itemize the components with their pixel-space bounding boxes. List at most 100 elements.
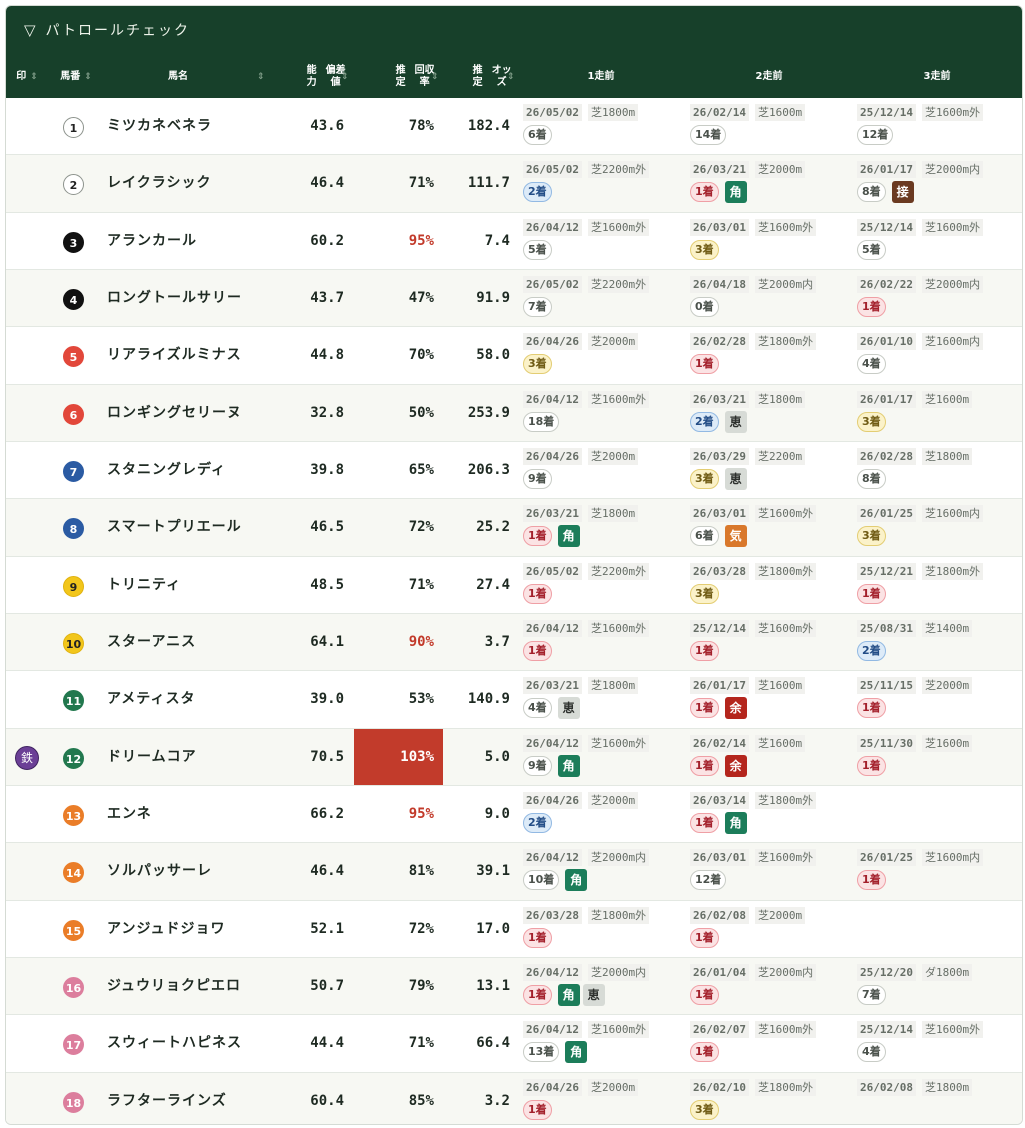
- horse-name[interactable]: スタニングレディ: [107, 442, 226, 499]
- race-1-cell: 26/04/26 芝2000m 2着: [523, 791, 683, 838]
- horse-number-badge: 8: [63, 518, 84, 540]
- sort-icon[interactable]: ⇕: [257, 56, 265, 98]
- ability-deviation: 39.0: [310, 691, 344, 708]
- table-row[interactable]: 10 スターアニス 64.1 90% 3.7 26/04/12 芝1600m外 1着 25/12…: [6, 613, 1022, 672]
- table-row[interactable]: 鉄 12 ドリームコア 70.5 103% 5.0 26/04/12 芝1600m外 9着角 26…: [6, 728, 1022, 786]
- header-number[interactable]: 馬番 ⇕: [54, 56, 98, 98]
- tag-yo-icon: 余: [724, 697, 747, 720]
- table-row[interactable]: 15 アンジュドジョワ 52.1 72% 17.0 26/03/28 芝1800m外 1着 26…: [6, 901, 1022, 958]
- header-name[interactable]: 馬名: [156, 56, 200, 98]
- estimated-odds: 7.4: [484, 232, 510, 249]
- horse-name[interactable]: アランカール: [107, 213, 197, 270]
- race-date: 26/02/28: [690, 333, 749, 351]
- horse-name[interactable]: ラフターラインズ: [107, 1073, 227, 1124]
- sort-icon[interactable]: ⇕: [507, 56, 515, 98]
- horse-name[interactable]: ミツカネベネラ: [107, 98, 212, 155]
- table-row[interactable]: 3 アランカール 60.2 95% 7.4 26/04/12 芝1600m外 5着 26/03/…: [6, 213, 1022, 270]
- table-row[interactable]: 17 スウィートハピネス 44.4 71% 66.4 26/04/12 芝1600m外 13着…: [6, 1015, 1022, 1073]
- race-2-cell: 26/02/07 芝1600m外 1着: [690, 1021, 850, 1067]
- horse-number-badge: 7: [63, 460, 84, 482]
- race-1-cell: 26/05/02 芝1800m 6着: [523, 104, 683, 150]
- horse-name[interactable]: アンジュドジョワ: [107, 901, 225, 958]
- finish-position-badge: 1着: [523, 583, 552, 604]
- horse-name[interactable]: エンネ: [107, 786, 152, 843]
- horse-name[interactable]: スマートプリエール: [107, 499, 242, 556]
- finish-position-badge: 1着: [857, 296, 886, 317]
- race-date: 26/02/28: [857, 447, 916, 465]
- table-row[interactable]: 16 ジュウリョクピエロ 50.7 79% 13.1 26/04/12 芝2000m内 1着角…: [6, 957, 1022, 1016]
- panel-title-bar[interactable]: ▽ パトロールチェック: [6, 6, 1022, 56]
- finish-position-badge: 3着: [690, 468, 719, 489]
- finish-position-badge: 3着: [857, 411, 886, 432]
- table-row[interactable]: 9 トリニティ 48.5 71% 27.4 26/05/02 芝2200m外 1着 26/03/…: [6, 557, 1022, 614]
- horse-name[interactable]: リアライズルミナス: [107, 327, 242, 384]
- horse-name[interactable]: ドリームコア: [107, 729, 197, 786]
- sort-icon[interactable]: ⇕: [431, 56, 439, 98]
- estimated-odds: 253.9: [467, 404, 510, 421]
- ability-deviation: 44.4: [310, 1035, 344, 1052]
- race-course: 芝2200m: [754, 447, 806, 465]
- table-row[interactable]: 1 ミツカネベネラ 43.6 78% 182.4 26/05/02 芝1800m 6着 26/0…: [6, 98, 1022, 156]
- race-1-cell: 26/04/12 芝1600m外 1着: [523, 619, 683, 666]
- finish-position-badge: 9着: [523, 468, 552, 489]
- race-course: 芝1800m外: [754, 1078, 817, 1096]
- table-row[interactable]: 8 スマートプリエール 46.5 72% 25.2 26/03/21 芝1800m 1着角 26…: [6, 499, 1022, 557]
- horse-name[interactable]: スウィートハピネス: [107, 1015, 242, 1072]
- header-mark[interactable]: 印 ⇕: [12, 56, 42, 98]
- race-2-cell: 26/03/21 芝1800m 2着恵: [690, 390, 850, 437]
- table-row[interactable]: 13 エンネ 66.2 95% 9.0 26/04/26 芝2000m 2着 26/03/14 芝…: [6, 786, 1022, 844]
- table-row[interactable]: 5 リアライズルミナス 44.8 70% 58.0 26/04/26 芝2000m 3着 26/…: [6, 327, 1022, 385]
- race-date: 26/03/21: [523, 505, 582, 523]
- horse-name[interactable]: ロンギングセリーヌ: [107, 385, 242, 442]
- horse-name[interactable]: スターアニス: [107, 614, 196, 671]
- return-rate: 95%: [408, 805, 434, 822]
- race-1-cell: 26/03/21 芝1800m 4着恵: [523, 677, 683, 723]
- horse-name[interactable]: トリニティ: [107, 557, 181, 614]
- race-course: 芝1600m外: [921, 104, 984, 121]
- collapse-triangle-icon[interactable]: ▽: [24, 6, 38, 54]
- horse-name[interactable]: レイクラシック: [107, 155, 211, 212]
- horse-name[interactable]: ジュウリョクピエロ: [107, 958, 241, 1015]
- table-row[interactable]: 6 ロンギングセリーヌ 32.8 50% 253.9 26/04/12 芝1600m外 18着…: [6, 384, 1022, 442]
- race-date: 26/04/18: [690, 275, 749, 293]
- horse-number-badge: 18: [63, 1091, 84, 1113]
- estimated-odds: 13.1: [476, 977, 510, 994]
- table-row[interactable]: 18 ラフターラインズ 60.4 85% 3.2 26/04/26 芝2000m 1着 26/0…: [6, 1072, 1022, 1124]
- race-2-cell: 26/04/18 芝2000m内 0着: [690, 275, 850, 322]
- table-row[interactable]: 11 アメティスタ 39.0 53% 140.9 26/03/21 芝1800m 4着恵 26/…: [6, 671, 1022, 729]
- horse-name[interactable]: アメティスタ: [107, 671, 195, 728]
- horse-name[interactable]: ロングトールサリー: [107, 270, 242, 327]
- sort-icon[interactable]: ⇕: [30, 71, 38, 83]
- horse-number-badge: 5: [63, 346, 84, 368]
- race-date: 25/12/14: [857, 104, 916, 121]
- patrol-check-panel: ▽ パトロールチェック 印 ⇕ 馬番 ⇕ 馬名 ⇕ 能力 偏差値 ⇕ 推定 回収率 ⇕ 推…: [5, 5, 1023, 1125]
- finish-position-badge: 1着: [690, 182, 719, 203]
- race-date: 26/02/22: [857, 275, 916, 293]
- race-course: 芝2000m: [754, 906, 806, 924]
- ability-deviation: 46.4: [310, 863, 344, 880]
- race-course: 芝2000m: [587, 1078, 639, 1096]
- sort-icon[interactable]: ⇕: [341, 56, 349, 98]
- race-course: 芝1800m外: [754, 791, 817, 809]
- horse-name[interactable]: ソルパッサーレ: [107, 843, 212, 900]
- finish-position-badge: 1着: [690, 927, 719, 948]
- tag-kaku-icon: 角: [565, 1041, 588, 1064]
- table-row[interactable]: 7 スタニングレディ 39.8 65% 206.3 26/04/26 芝2000m 9着 26/…: [6, 442, 1022, 500]
- race-course: 芝1600m外: [587, 218, 650, 236]
- tag-kei-icon: 恵: [582, 983, 605, 1006]
- finish-position-badge: 3着: [690, 239, 719, 260]
- race-3-cell: 25/08/31 芝1400m 2着: [857, 619, 1017, 666]
- finish-position-badge: 1着: [523, 927, 552, 948]
- return-rate: 85%: [408, 1092, 434, 1109]
- race-date: 26/01/10: [857, 333, 916, 351]
- race-date: 26/01/17: [690, 677, 749, 695]
- race-2-cell: 26/03/01 芝1600m外 6着気: [690, 505, 850, 551]
- race-course: 芝2000m内: [587, 849, 650, 867]
- sort-icon[interactable]: ⇕: [84, 71, 92, 83]
- estimated-odds: 17.0: [476, 920, 510, 937]
- table-row[interactable]: 4 ロングトールサリー 43.7 47% 91.9 26/05/02 芝2200m外 7着 26…: [6, 269, 1022, 328]
- ability-deviation: 46.4: [310, 175, 344, 192]
- table-row[interactable]: 14 ソルパッサーレ 46.4 81% 39.1 26/04/12 芝2000m内 10着角 2…: [6, 843, 1022, 901]
- header-race-3: 3走前: [923, 71, 951, 82]
- table-row[interactable]: 2 レイクラシック 46.4 71% 111.7 26/05/02 芝2200m外 2着 26/…: [6, 155, 1022, 213]
